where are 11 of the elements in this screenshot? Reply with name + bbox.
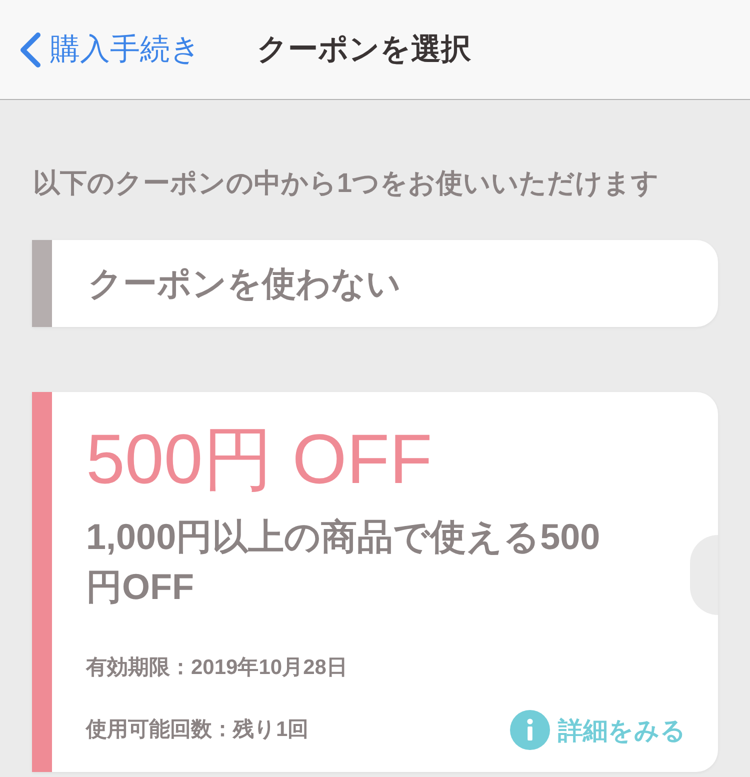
remaining-uses: 使用可能回数：残り1回: [86, 717, 309, 743]
expiry-date: 有効期限：2019年10月28日: [86, 655, 348, 681]
info-icon: [510, 710, 550, 750]
coupon-card[interactable]: 500円 OFF 1,000円以上の商品で使える500円OFF 有効期限：2019年10月28日 使用可能回数：残り1回 詳細をみる: [32, 392, 718, 772]
page-title: クーポンを選択: [257, 32, 471, 68]
chevron-left-icon: [18, 32, 42, 68]
coupon-description: 1,000円以上の商品で使える500円OFF: [86, 515, 602, 609]
no-coupon-option[interactable]: クーポンを使わない: [32, 240, 718, 327]
coupon-title: 500円 OFF: [86, 422, 434, 496]
instruction-text: 以下のクーポンの中から1つをお使いいただけます: [33, 167, 660, 200]
back-button[interactable]: 購入手続き: [18, 29, 201, 70]
